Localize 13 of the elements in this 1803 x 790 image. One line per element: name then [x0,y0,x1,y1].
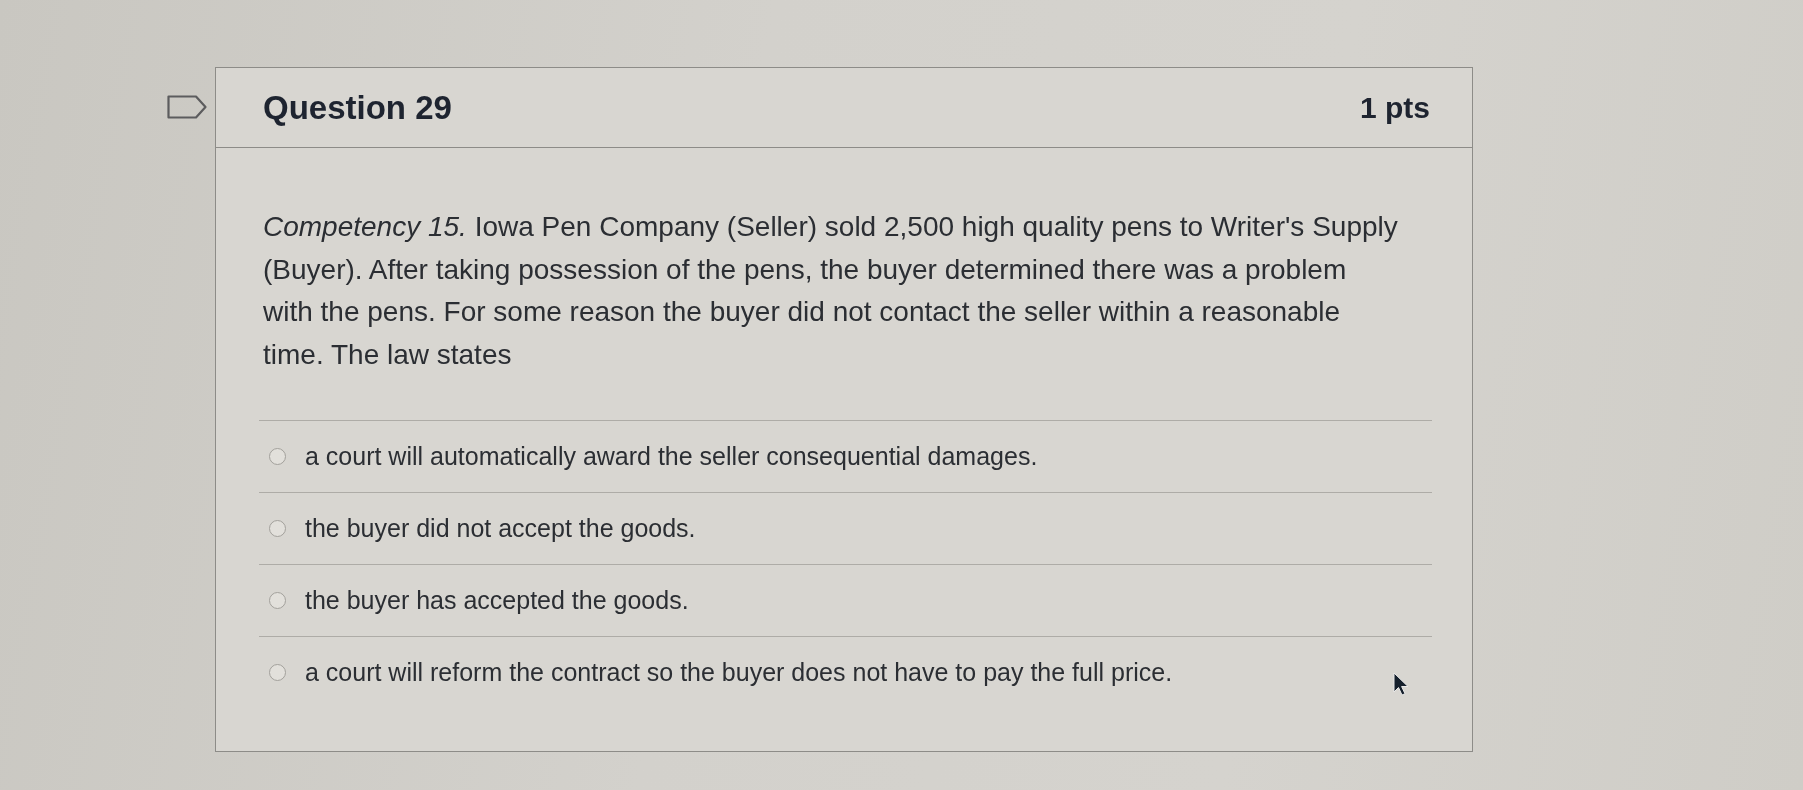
answer-label[interactable]: a court will reform the contract so the buyer does not have to pay the full price. [305,658,1173,687]
answer-label[interactable]: the buyer has accepted the goods. [305,586,689,615]
answer-label[interactable]: a court will automatically award the seller consequential damages. [305,442,1038,471]
cursor-icon [1393,672,1410,696]
radio-button[interactable] [269,664,286,681]
answer-label[interactable]: the buyer did not accept the goods. [305,514,696,543]
tag-icon[interactable] [167,95,207,119]
points-label: 1 pts [1359,90,1430,125]
radio-button[interactable] [269,448,286,465]
radio-button[interactable] [269,592,286,609]
question-title: Question 29 [263,88,452,127]
radio-button[interactable] [269,520,286,537]
question-text: Competency 15. Iowa Pen Company (Seller) sold 2,500 high quality pens to Writer's Supply (Buyer). After taking possession of the pens, the buyer determined there was a problem with the pens. For some reason the buyer did not contact the seller within a reasonable time. The law states [263,210,1399,372]
